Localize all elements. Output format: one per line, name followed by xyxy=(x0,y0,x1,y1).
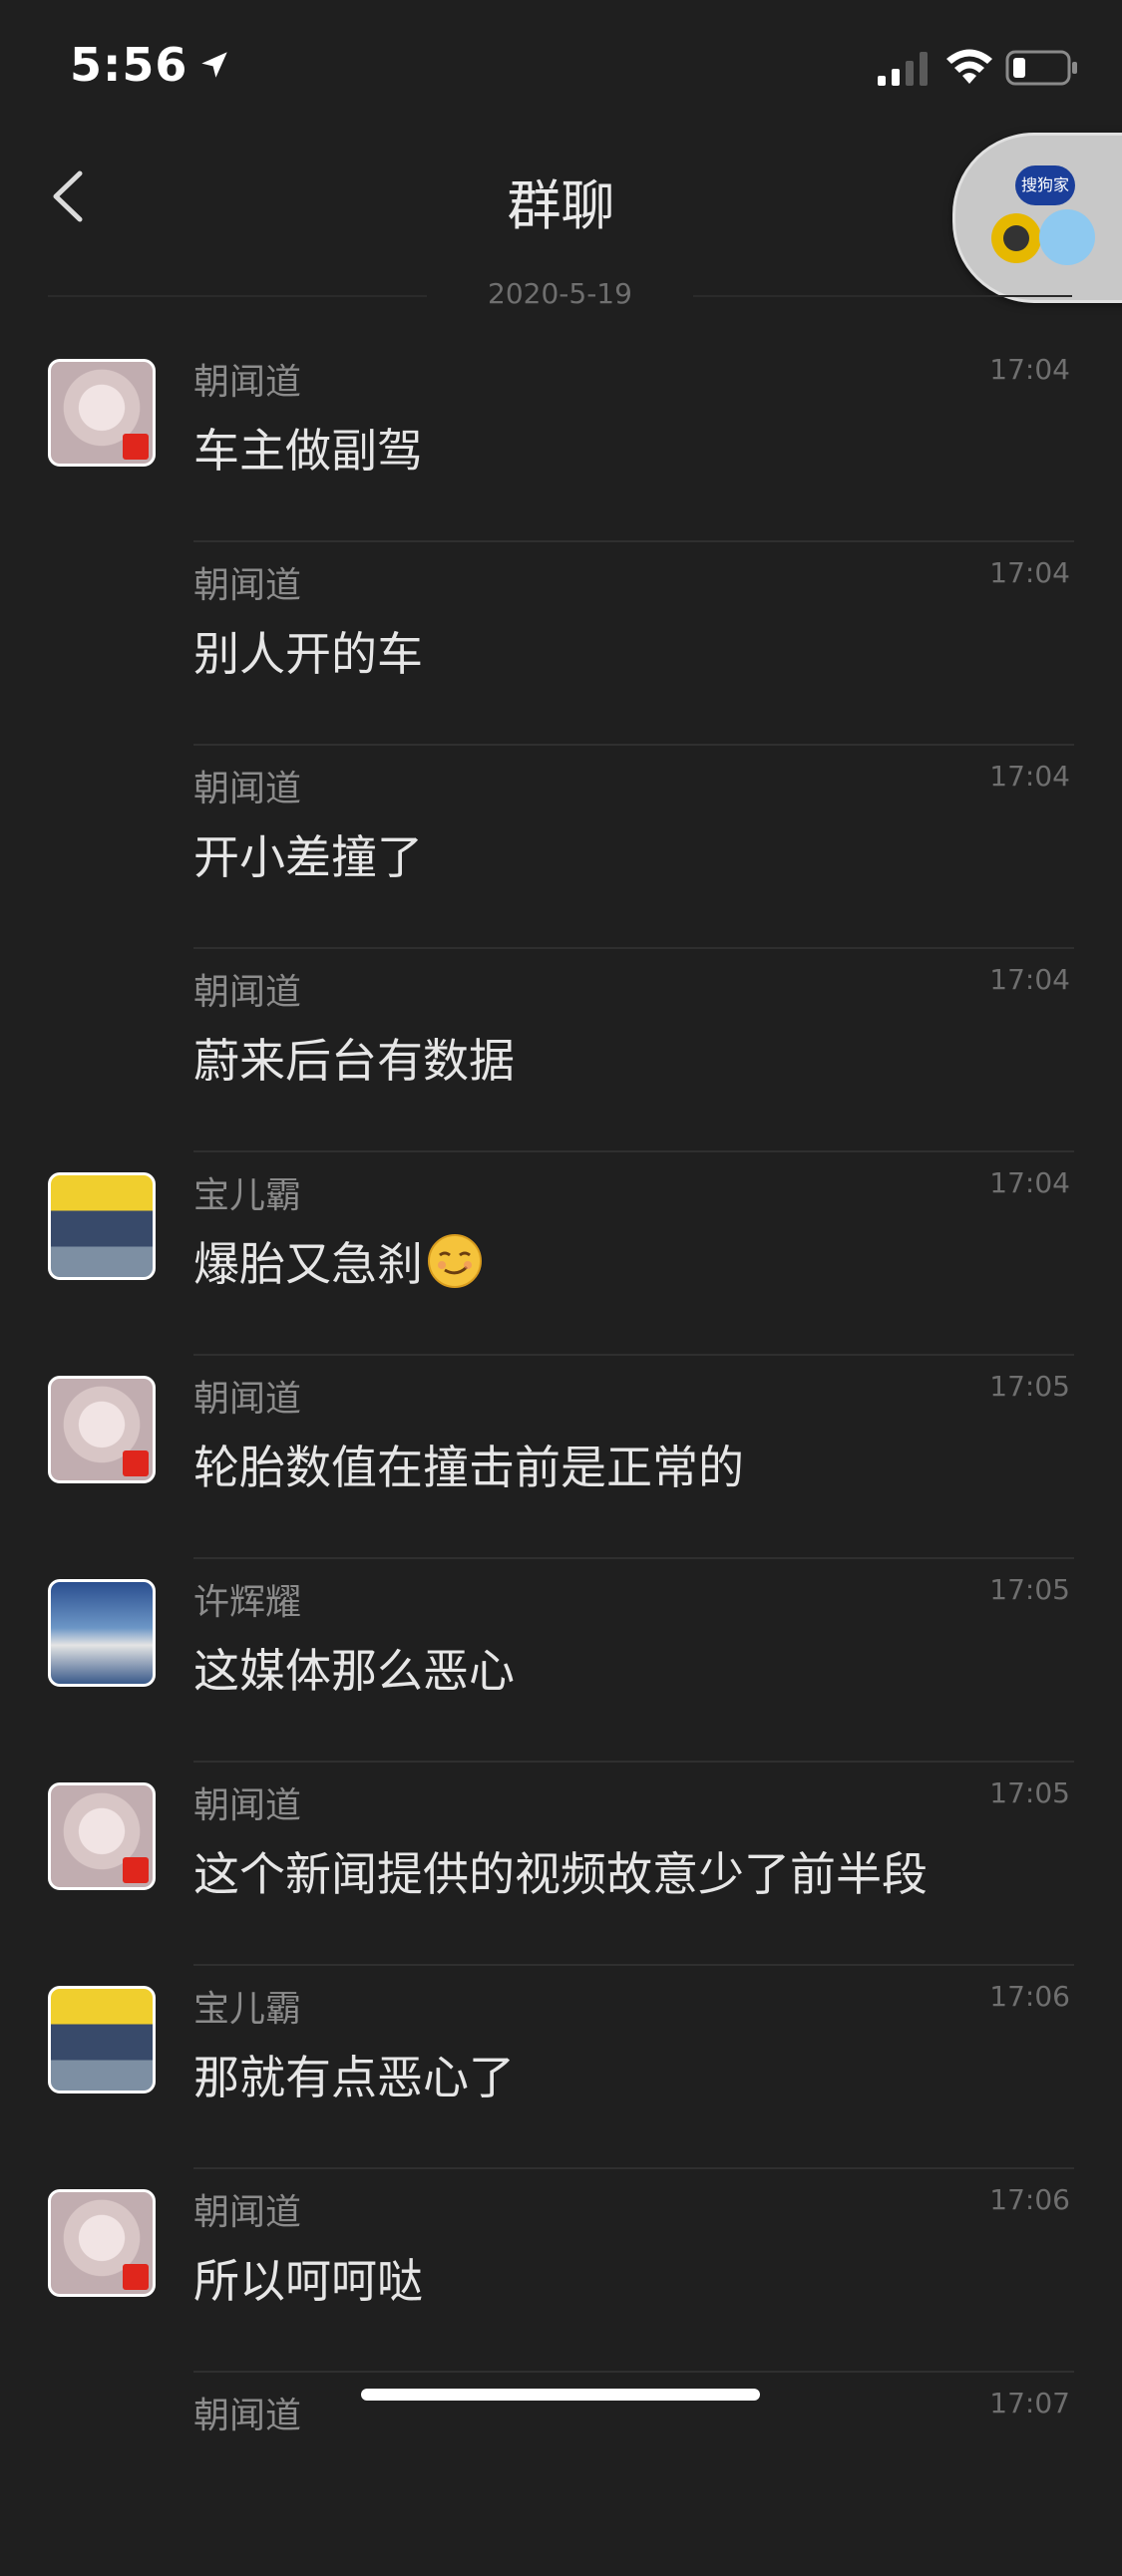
sender-name: 朝闻道 xyxy=(193,565,302,606)
sender-name: 朝闻道 xyxy=(193,769,302,809)
sender-name: 许辉耀 xyxy=(193,1582,302,1623)
message-time: 17:05 xyxy=(989,1776,1070,1809)
status-time-label: 5:56 xyxy=(70,38,188,92)
message-row[interactable]: 朝闻道 17:04 蔚来后台有数据 xyxy=(0,949,1122,1152)
message-row[interactable]: 朝闻道 17:06 所以呵呵哒 xyxy=(0,2169,1122,2373)
message-time: 17:05 xyxy=(989,1370,1070,1403)
avatar-baoerba[interactable] xyxy=(48,1986,156,2093)
sender-name: 朝闻道 xyxy=(193,362,302,403)
message-time: 17:04 xyxy=(989,760,1070,793)
avatar-baoerba[interactable] xyxy=(48,1172,156,1280)
signal-icon xyxy=(878,52,928,86)
message-row[interactable]: 朝闻道 17:04 开小差撞了 xyxy=(0,746,1122,949)
message-text[interactable]: 这媒体那么恶心 xyxy=(193,1635,515,1701)
sender-name: 宝儿霸 xyxy=(193,1989,302,2030)
message-time: 17:06 xyxy=(989,2183,1070,2216)
sender-name: 朝闻道 xyxy=(193,972,302,1013)
avatar-chaowendao[interactable] xyxy=(48,1376,156,1483)
location-arrow-icon xyxy=(201,52,228,78)
message-time: 17:07 xyxy=(989,2387,1070,2419)
smirk-emoji-icon xyxy=(428,1234,482,1288)
message-row[interactable]: 朝闻道 17:05 这个新闻提供的视频故意少了前半段 xyxy=(0,1763,1122,1966)
message-time: 17:04 xyxy=(989,353,1070,386)
flag-badge-icon xyxy=(123,1450,149,1476)
avatar-chaowendao[interactable] xyxy=(48,2189,156,2297)
status-time: 5:56 xyxy=(70,38,231,92)
message-text[interactable]: 所以呵呵哒 xyxy=(193,2245,423,2311)
message-text[interactable]: 轮胎数值在撞击前是正常的 xyxy=(193,1432,744,1497)
message-text[interactable]: 爆胎又急刹 xyxy=(193,1228,483,1294)
message-row[interactable]: 朝闻道 17:07 xyxy=(0,2373,1122,2576)
assistant-logo: 搜狗家 xyxy=(1015,165,1075,205)
coin-icon xyxy=(991,213,1041,263)
message-time: 17:04 xyxy=(989,556,1070,589)
message-text[interactable]: 蔚来后台有数据 xyxy=(193,1025,515,1091)
message-list[interactable]: 朝闻道 17:04 车主做副驾 朝闻道 17:04 别人开的车 朝闻道 17:0… xyxy=(0,339,1122,2576)
avatar-chaowendao[interactable] xyxy=(48,1782,156,1890)
message-row[interactable]: 许辉耀 17:05 这媒体那么恶心 xyxy=(0,1559,1122,1763)
message-text-content: 爆胎又急刹 xyxy=(193,1237,423,1291)
sender-name: 朝闻道 xyxy=(193,2396,302,2436)
flag-badge-icon xyxy=(123,434,149,460)
message-time: 17:06 xyxy=(989,1980,1070,2013)
message-time: 17:05 xyxy=(989,1573,1070,1606)
mascot-icon xyxy=(1039,209,1095,265)
separator-line-right xyxy=(693,295,1072,297)
message-row[interactable]: 宝儿霸 17:06 那就有点恶心了 xyxy=(0,1966,1122,2169)
message-row[interactable]: 宝儿霸 17:04 爆胎又急刹 xyxy=(0,1152,1122,1356)
message-row[interactable]: 朝闻道 17:04 别人开的车 xyxy=(0,542,1122,746)
message-row[interactable]: 朝闻道 17:04 车主做副驾 xyxy=(0,339,1122,542)
sender-name: 朝闻道 xyxy=(193,1785,302,1826)
date-separator: 2020-5-19 xyxy=(48,271,1072,321)
status-bar: 5:56 xyxy=(0,0,1122,132)
flag-badge-icon xyxy=(123,1857,149,1883)
avatar-xuhuiyao[interactable] xyxy=(48,1579,156,1687)
message-time: 17:04 xyxy=(989,963,1070,996)
wifi-icon xyxy=(946,49,992,84)
sender-name: 朝闻道 xyxy=(193,1379,302,1420)
flag-badge-icon xyxy=(123,2264,149,2290)
home-indicator[interactable] xyxy=(361,2389,760,2401)
message-time: 17:04 xyxy=(989,1166,1070,1199)
message-text[interactable]: 开小差撞了 xyxy=(193,821,423,887)
message-text[interactable]: 车主做副驾 xyxy=(193,415,423,481)
avatar-chaowendao[interactable] xyxy=(48,359,156,467)
message-text[interactable]: 这个新闻提供的视频故意少了前半段 xyxy=(193,1838,928,1904)
message-text[interactable]: 那就有点恶心了 xyxy=(193,2042,515,2107)
sender-name: 宝儿霸 xyxy=(193,1175,302,1216)
sender-name: 朝闻道 xyxy=(193,2192,302,2233)
message-row[interactable]: 朝闻道 17:05 轮胎数值在撞击前是正常的 xyxy=(0,1356,1122,1559)
battery-icon xyxy=(1005,50,1077,86)
message-text[interactable]: 别人开的车 xyxy=(193,618,423,684)
date-separator-text: 2020-5-19 xyxy=(488,277,632,310)
